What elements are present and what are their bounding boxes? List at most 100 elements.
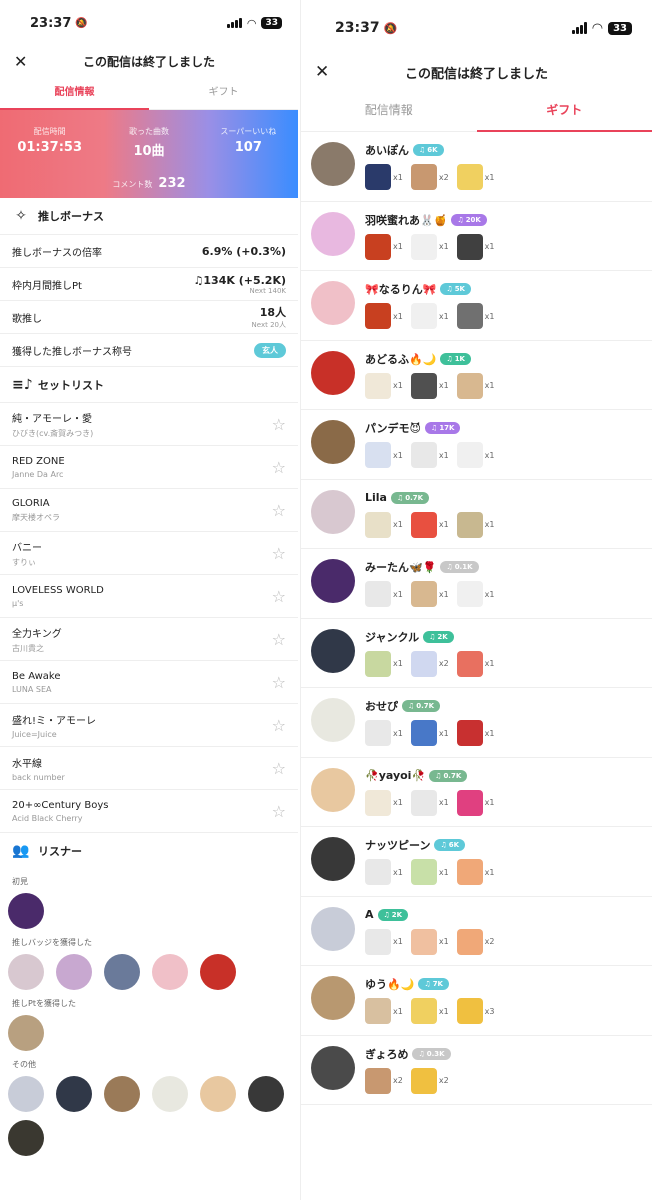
gift-item: x1 [456, 303, 494, 329]
gift-item: x2 [410, 650, 449, 677]
star-icon[interactable]: ☆ [272, 587, 286, 606]
gifter-row[interactable]: 🥀yayoi🥀 ♫ 0.7K x1 x1 x1 [301, 758, 652, 827]
setlist-item[interactable]: 盛れ!ミ・アモーレ Juice=Juice ☆ [0, 703, 298, 746]
avatar[interactable] [311, 142, 355, 186]
gifter-row[interactable]: ぎょろめ ♫ 0.3K x2 x2 [301, 1036, 652, 1105]
gifter-point-badge: ♫ 1K [440, 352, 471, 365]
bonus-row-label: 推しボーナスの倍率 [12, 247, 102, 259]
gifter-row[interactable]: ジャンクル ♫ 2K x1 x2 x1 [301, 619, 652, 688]
avatar[interactable] [104, 954, 140, 990]
avatar[interactable] [311, 1045, 355, 1090]
song-title: GLORIA [12, 497, 50, 509]
tab-stream-info[interactable]: 配信情報 [301, 88, 477, 131]
avatar[interactable] [56, 954, 92, 990]
star-icon[interactable]: ☆ [272, 673, 286, 692]
star-icon[interactable]: ☆ [272, 544, 286, 563]
gifter-name: Lila [365, 491, 387, 504]
wifi-icon: ◠ [246, 16, 257, 30]
avatar[interactable] [311, 976, 355, 1020]
gift-sticker-icon [365, 442, 391, 468]
gifter-row[interactable]: みーたん🦋🌹 ♫ 0.1K x1 x1 x1 [301, 549, 652, 619]
gifter-points: 5K [454, 285, 465, 293]
gifter-row[interactable]: ゆう🔥🌙 ♫ 7K x1 x1 x3 [301, 966, 652, 1036]
avatar[interactable] [152, 954, 188, 990]
setlist-item[interactable]: バニー すりぃ ☆ [0, 531, 298, 574]
avatar[interactable] [8, 1120, 44, 1156]
gift-item: x1 [410, 511, 449, 538]
right-panel: 23:37 🔕 ◠ 33 ✕ この配信は終了しました 配信情報 ギフト あいぽん ♫… [300, 0, 652, 1200]
avatar[interactable] [311, 489, 355, 534]
gift-count: x1 [438, 867, 449, 877]
gift-list: x1 x1 x1 [365, 789, 652, 816]
avatar[interactable] [200, 954, 236, 990]
gift-item: x1 [410, 928, 449, 955]
gift-count: x1 [393, 311, 403, 321]
star-icon[interactable]: ☆ [272, 716, 286, 735]
avatar[interactable] [104, 1076, 140, 1112]
avatar[interactable] [8, 1076, 44, 1112]
gifter-row[interactable]: あいぽん ♫ 6K x1 x2 x1 [301, 132, 652, 202]
gifter-point-badge: ♫ 6K [413, 144, 444, 156]
avatar[interactable] [311, 281, 355, 325]
gift-item: x1 [410, 789, 449, 816]
setlist-item[interactable]: LOVELESS WORLD μ's ☆ [0, 574, 298, 617]
tab-gift[interactable]: ギフト [476, 88, 652, 132]
avatar[interactable] [8, 954, 44, 990]
setlist-item[interactable]: GLORIA 摩天楼オペラ ☆ [0, 488, 298, 531]
close-icon[interactable]: ✕ [315, 62, 329, 82]
avatar[interactable] [248, 1076, 284, 1112]
tab-stream-info[interactable]: 配信情報 [0, 76, 149, 110]
gift-sticker-icon [456, 650, 483, 677]
avatar[interactable] [311, 628, 355, 673]
gift-item: x2 [410, 164, 449, 190]
star-icon[interactable]: ☆ [272, 501, 286, 520]
gifter-row[interactable]: Lila ♫ 0.7K x1 x1 x1 [301, 480, 652, 549]
gifter-row[interactable]: 🎀なるりん🎀 ♫ 5K x1 x1 x1 [301, 271, 652, 341]
gifter-row[interactable]: パンデモ😈 ♫ 17K x1 x1 x1 [301, 410, 652, 480]
avatar[interactable] [311, 350, 355, 395]
gifter-row[interactable]: 羽咲蜜れあ🐰🍯 ♫ 20K x1 x1 x1 [301, 202, 652, 271]
setlist-item[interactable]: 20+∞Century Boys Acid Black Cherry ☆ [0, 789, 298, 832]
star-icon[interactable]: ☆ [272, 759, 286, 778]
avatar[interactable] [311, 906, 355, 951]
setlist-item[interactable]: Be Awake LUNA SEA ☆ [0, 660, 298, 703]
gift-sticker-icon [456, 233, 483, 260]
avatar[interactable] [311, 767, 355, 812]
avatar[interactable] [311, 420, 355, 464]
tab-gift[interactable]: ギフト [149, 76, 298, 109]
gifter-row[interactable]: A ♫ 2K x1 x1 x2 [301, 897, 652, 966]
star-icon[interactable]: ☆ [272, 415, 286, 434]
avatar[interactable] [56, 1076, 92, 1112]
star-icon[interactable]: ☆ [272, 630, 286, 649]
signal-icon [226, 18, 242, 28]
avatar[interactable] [311, 559, 355, 603]
song-title: 20+∞Century Boys [12, 799, 109, 811]
gift-sticker-icon [365, 303, 391, 329]
close-icon[interactable]: ✕ [14, 52, 27, 71]
gifter-row[interactable]: あどるふ🔥🌙 ♫ 1K x1 x1 x1 [301, 341, 652, 410]
setlist-item[interactable]: 全力キング 古川貴之 ☆ [0, 617, 298, 660]
avatar[interactable] [8, 893, 44, 929]
star-icon[interactable]: ☆ [272, 458, 286, 477]
bonus-heading-text: 推しボーナス [38, 210, 104, 223]
gifter-point-badge: ♫ 0.1K [440, 561, 479, 573]
status-bar-2: 23:37 🔕 ◠ 33 [301, 0, 652, 56]
avatar[interactable] [311, 698, 355, 742]
avatar[interactable] [311, 837, 355, 881]
song-artist: すりぃ [12, 557, 36, 567]
setlist-item[interactable]: 水平線 back number ☆ [0, 746, 298, 789]
gifter-info: あどるふ🔥🌙 ♫ 1K x1 x1 x1 [365, 351, 652, 399]
setlist-item[interactable]: RED ZONE Janne Da Arc ☆ [0, 445, 298, 488]
gifter-row[interactable]: ナッツピーン ♫ 6K x1 x1 x1 [301, 827, 652, 897]
gifter-row[interactable]: おせぴ ♫ 0.7K x1 x1 x1 [301, 688, 652, 758]
avatar[interactable] [200, 1076, 236, 1112]
star-icon[interactable]: ☆ [272, 802, 286, 821]
avatar[interactable] [311, 211, 355, 256]
avatar[interactable] [8, 1015, 44, 1051]
gifter-points: 2K [437, 632, 448, 641]
gift-item: x1 [410, 581, 449, 607]
gift-list: x1 x1 x1 [365, 511, 652, 538]
gift-count: x1 [393, 381, 403, 390]
avatar[interactable] [152, 1076, 188, 1112]
setlist-item[interactable]: 純・アモーレ・愛 ひびき(cv.斎賀みつき) ☆ [0, 402, 298, 445]
